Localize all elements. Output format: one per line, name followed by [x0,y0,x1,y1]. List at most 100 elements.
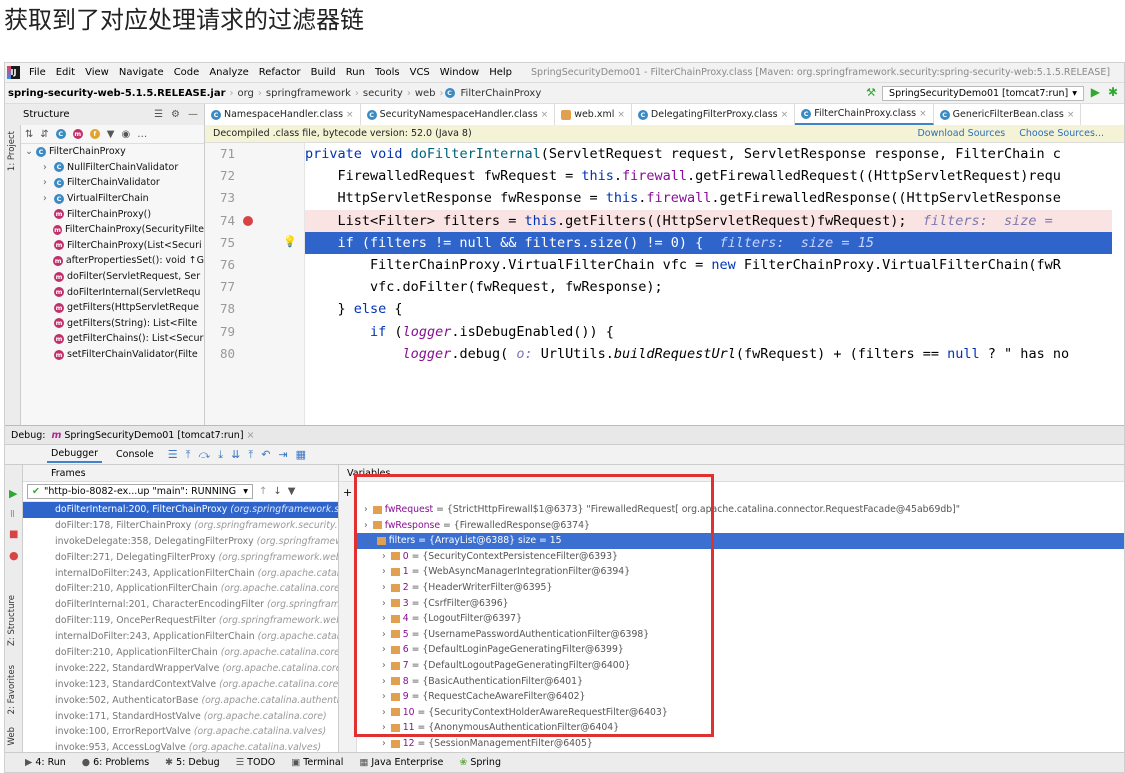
run-to-cursor-icon[interactable]: ⇥ [278,448,287,462]
structure-item[interactable]: m FilterChainProxy() [21,206,204,222]
stack-frame[interactable]: doFilter:210, ApplicationFilterChain (or… [23,645,338,661]
stack-frame[interactable]: internalDoFilter:243, ApplicationFilterC… [23,566,338,582]
tab-file[interactable]: web.xml × [555,104,632,125]
structure-tool-label[interactable]: Z: Structure [7,595,17,646]
stack-frame[interactable]: invoke:953, AccessLogValve (org.apache.c… [23,740,338,752]
bottom-tool-debug[interactable]: ✱ 5: Debug [165,757,219,768]
sort-visibility-icon[interactable]: ⇵ [40,129,48,140]
variable-row[interactable]: › 10 = {SecurityContextHolderAwareRequest… [357,705,1124,721]
layout-icon[interactable]: ☰ [168,448,178,462]
close-icon[interactable]: × [617,110,625,120]
expand-down-icon[interactable]: ⌄ [361,535,375,546]
choose-sources-link[interactable]: Choose Sources... [1019,128,1104,139]
expand-right-icon[interactable]: › [379,722,389,733]
line-number[interactable]: 78 [205,301,235,316]
stack-frame[interactable]: doFilter:178, FilterChainProxy (org.spri… [23,518,338,534]
down-arrow-icon[interactable]: ↓ [273,486,281,497]
code-line[interactable]: FirewalledRequest fwRequest = this.firew… [305,165,1112,187]
menu-refactor[interactable]: Refactor [254,67,306,78]
favorites-tool-label[interactable]: 2: Favorites [7,665,17,714]
breadcrumb-item[interactable]: spring-security-web-5.1.5.RELEASE.jar [5,88,229,99]
expand-right-icon[interactable]: › [361,520,371,531]
code-editor[interactable]: Decompiled .class file, bytecode version… [205,125,1124,425]
expand-right-icon[interactable]: › [361,504,371,515]
tab-console[interactable]: Console [112,447,158,462]
stack-frame[interactable]: doFilterInternal:200, FilterChainProxy (… [23,502,338,518]
code-line[interactable]: vfc.doFilter(fwRequest, fwResponse); [305,276,1112,298]
tab-debugger[interactable]: Debugger [47,446,103,463]
variable-row[interactable]: › 12 = {SessionManagementFilter@6405} [357,736,1124,752]
close-icon[interactable]: × [541,110,549,120]
drop-frame-icon[interactable]: ↶ [261,448,270,462]
expand-right-icon[interactable]: › [379,691,389,702]
structure-item[interactable]: m FilterChainProxy(List<Securi [21,238,204,254]
line-number[interactable]: 72 [205,168,235,183]
menu-edit[interactable]: Edit [51,67,80,78]
pause-icon[interactable]: Ⅱ [10,509,15,520]
expand-right-icon[interactable]: › [379,551,389,562]
method-filter-icon[interactable]: m [72,129,83,139]
menu-file[interactable]: File [24,67,51,78]
gear-icon[interactable]: ⚙ [171,109,180,120]
resume-icon[interactable]: ▶ [9,487,17,500]
expand-right-icon[interactable]: › [379,598,389,609]
field-filter-icon[interactable]: f [89,129,100,139]
minimize-icon[interactable]: — [188,109,198,120]
chevron-icon[interactable]: › [43,193,51,204]
stack-frame[interactable]: doFilter:119, OncePerRequestFilter (org.… [23,613,338,629]
breadcrumb-item[interactable]: FilterChainProxy [458,88,545,99]
download-sources-link[interactable]: Download Sources [917,128,1005,139]
code-line[interactable]: List<Filter> filters = this.getFilters((… [305,209,1112,232]
variable-row[interactable]: › 7 = {DefaultLogoutPageGeneratingFilter@… [357,658,1124,674]
variable-row[interactable]: › 1 = {WebAsyncManagerIntegrationFilter@6… [357,564,1124,580]
chevron-icon[interactable]: › [43,177,51,188]
show-execution-point-icon[interactable]: ⤒ [186,448,191,462]
variable-row[interactable]: › 11 = {AnonymousAuthenticationFilter@640… [357,720,1124,736]
variable-row[interactable]: › 4 = {LogoutFilter@6397} [357,611,1124,627]
stack-frame[interactable]: invoke:502, AuthenticatorBase (org.apach… [23,693,338,709]
sort-icon[interactable]: ☰ [154,109,163,120]
line-number[interactable]: 74 [205,213,235,228]
structure-item[interactable]: m setFilterChainValidator(Filte [21,347,204,363]
chevron-icon[interactable]: › [43,162,51,173]
menu-run[interactable]: Run [341,67,370,78]
stack-frame[interactable]: invoke:222, StandardWrapperValve (org.ap… [23,661,338,677]
menu-window[interactable]: Window [435,67,484,78]
close-icon[interactable]: × [1067,110,1075,120]
breakpoint-icon[interactable] [243,215,253,226]
variable-row[interactable]: › fwRequest = {StrictHttpFirewall$1@6373}… [357,502,1124,518]
stack-frame[interactable]: invoke:123, StandardContextValve (org.ap… [23,677,338,693]
variable-row[interactable]: › 8 = {BasicAuthenticationFilter@6401} [357,674,1124,690]
code-line[interactable]: private void doFilterInternal(ServletReq… [305,143,1112,165]
code-line[interactable]: } else { [305,298,1112,320]
menu-view[interactable]: View [80,67,114,78]
menu-analyze[interactable]: Analyze [204,67,253,78]
breadcrumb-item[interactable]: web [412,88,439,99]
step-over-icon[interactable]: ⤼ [199,448,211,462]
force-step-into-icon[interactable]: ⇊ [231,448,240,462]
expand-right-icon[interactable]: › [379,707,389,718]
expand-right-icon[interactable]: › [379,613,389,624]
filter-icon[interactable]: ▼ [288,486,296,497]
intention-bulb-icon[interactable]: 💡 [283,235,297,248]
menu-navigate[interactable]: Navigate [114,67,169,78]
current-execution-line[interactable]: if (filters != null && filters.size() !=… [305,231,1112,254]
view-breakpoints-icon[interactable]: ● [9,549,19,562]
project-tool-label[interactable]: 1: Project [7,131,17,171]
web-tool-label[interactable]: Web [7,727,17,746]
breadcrumb-item[interactable]: org [235,88,257,99]
step-into-icon[interactable]: ⤓ [218,448,223,462]
autoscroll-icon[interactable]: ◉ [121,129,130,140]
structure-item[interactable]: m FilterChainProxy(SecurityFilte [21,222,204,238]
menu-build[interactable]: Build [306,67,341,78]
line-number[interactable]: 76 [205,257,235,272]
line-number[interactable]: 73 [205,190,235,205]
sort-alpha-icon[interactable]: ⇅ [25,129,33,140]
tab-file[interactable]: C GenericFilterBean.class × [934,104,1082,125]
expand-right-icon[interactable]: › [379,676,389,687]
code-line[interactable]: if (logger.isDebugEnabled()) { [305,321,1112,343]
structure-item[interactable]: m doFilter(ServletRequest, Ser [21,269,204,285]
new-watch-icon[interactable]: + [343,486,352,499]
structure-item[interactable]: ⌄ C FilterChainProxy [21,144,204,160]
structure-item[interactable]: › C VirtualFilterChain [21,191,204,207]
